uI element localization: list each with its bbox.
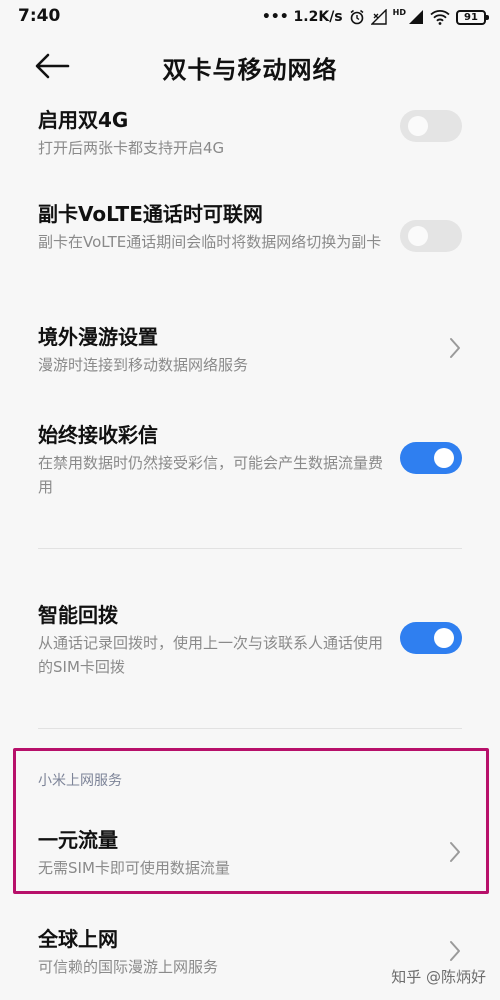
chevron-right-icon xyxy=(450,941,460,961)
setting-title: 一元流量 xyxy=(38,828,118,852)
chevron-right-icon xyxy=(450,842,460,862)
toggle-knob xyxy=(408,116,428,136)
setting-one-yuan-data[interactable]: 一元流量 无需SIM卡即可使用数据流量 xyxy=(0,826,500,880)
setting-desc: 从通话记录回拨时，使用上一次与该联系人通话使用的SIM卡回拨 xyxy=(38,634,384,676)
alarm-icon xyxy=(349,9,365,25)
setting-desc: 无需SIM卡即可使用数据流量 xyxy=(38,859,230,877)
toggle-knob xyxy=(434,448,454,468)
no-signal-icon xyxy=(370,9,387,25)
status-time: 7:40 xyxy=(18,6,61,26)
setting-title: 境外漫游设置 xyxy=(38,325,158,349)
setting-desc: 在禁用数据时仍然接受彩信，可能会产生数据流量费用 xyxy=(38,454,384,496)
smart-callback-toggle[interactable] xyxy=(400,622,462,654)
section-header-xiaomi-services: 小米上网服务 xyxy=(38,773,122,789)
status-icons: ••• 1.2K/s HD 91 xyxy=(261,6,489,28)
setting-roaming[interactable]: 境外漫游设置 漫游时连接到移动数据网络服务 xyxy=(0,323,500,377)
wifi-icon xyxy=(430,9,450,25)
network-speed: ••• 1.2K/s xyxy=(261,9,343,25)
status-bar: 7:40 ••• 1.2K/s HD 91 xyxy=(0,0,500,34)
chevron-right-icon xyxy=(450,338,460,358)
toggle-knob xyxy=(408,226,428,246)
mms-toggle[interactable] xyxy=(400,442,462,474)
volte-toggle[interactable] xyxy=(400,220,462,252)
page-title: 双卡与移动网络 xyxy=(162,56,338,84)
header: 双卡与移动网络 xyxy=(0,34,500,98)
watermark: 知乎 @陈炳好 xyxy=(391,968,486,986)
setting-desc: 打开后两张卡都支持开启4G xyxy=(38,139,225,157)
dual-4g-toggle[interactable] xyxy=(400,110,462,142)
toggle-knob xyxy=(434,628,454,648)
divider xyxy=(38,728,462,729)
battery-icon: 91 xyxy=(456,9,489,25)
setting-desc: 副卡在VoLTE通话期间会临时将数据网络切换为副卡 xyxy=(38,233,382,251)
setting-desc: 漫游时连接到移动数据网络服务 xyxy=(38,356,249,374)
signal-icon: HD xyxy=(393,9,424,25)
setting-desc: 可信赖的国际漫游上网服务 xyxy=(38,958,219,976)
hd-label: HD xyxy=(392,8,406,17)
divider xyxy=(38,548,462,549)
setting-title: 全球上网 xyxy=(38,927,118,951)
